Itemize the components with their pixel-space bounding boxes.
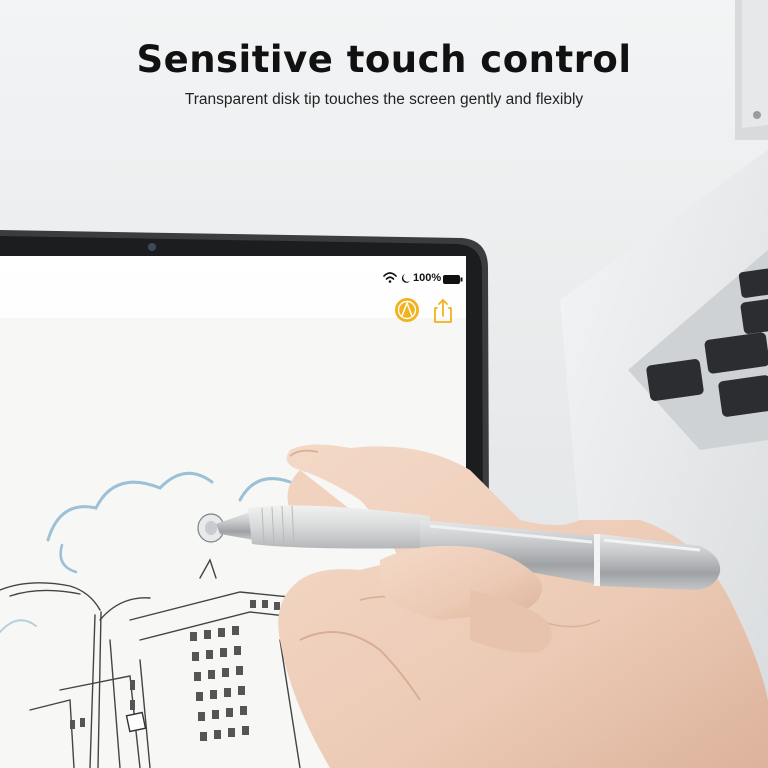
front-camera [148,243,156,251]
battery-label: 100% [413,272,442,284]
battery-icon [443,275,463,284]
headline: Sensitive touch control [136,38,632,81]
product-scene [0,0,768,768]
pen-tool-icon[interactable] [395,298,419,322]
subheadline: Transparent disk tip touches the screen … [184,91,584,108]
